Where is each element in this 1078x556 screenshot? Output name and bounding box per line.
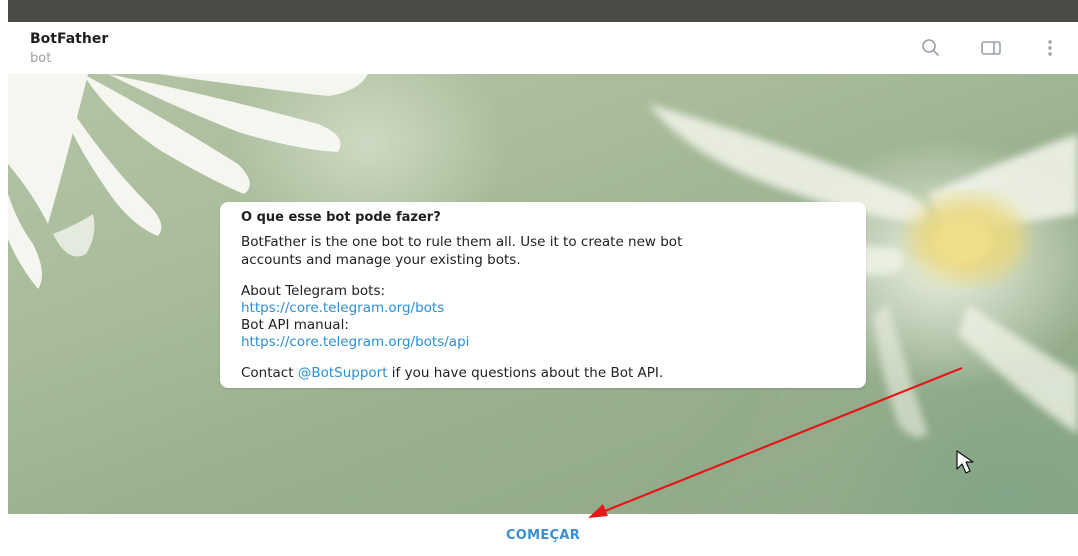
bot-description-line-2: accounts and manage your existing bots. (241, 252, 521, 268)
search-icon[interactable] (919, 36, 943, 60)
window-top-bar (8, 0, 1078, 22)
bot-description-bubble: O que esse bot pode fazer? BotFather is … (220, 202, 866, 388)
chat-subtitle: bot (30, 51, 52, 66)
contact-line: Contact @BotSupport if you have question… (241, 365, 663, 381)
chat-header: BotFather bot (8, 22, 1078, 74)
about-bots-label: About Telegram bots: (241, 283, 386, 299)
bot-support-mention[interactable]: @BotSupport (298, 365, 388, 381)
about-bots-link[interactable]: https://core.telegram.org/bots (241, 300, 444, 316)
start-button[interactable]: COMEÇAR (8, 514, 1078, 556)
sidebar-panel-icon[interactable] (979, 36, 1003, 60)
more-vertical-icon[interactable] (1038, 36, 1062, 60)
contact-prefix: Contact (241, 365, 298, 381)
bot-api-manual-link[interactable]: https://core.telegram.org/bots/api (241, 334, 469, 350)
chat-background: O que esse bot pode fazer? BotFather is … (8, 74, 1078, 514)
bubble-title: O que esse bot pode fazer? (241, 210, 441, 225)
start-bar: COMEÇAR (8, 514, 1078, 556)
chat-title[interactable]: BotFather (30, 31, 108, 47)
bot-description-line-1: BotFather is the one bot to rule them al… (241, 234, 683, 250)
bot-api-manual-label: Bot API manual: (241, 317, 349, 333)
contact-suffix: if you have questions about the Bot API. (387, 365, 664, 381)
